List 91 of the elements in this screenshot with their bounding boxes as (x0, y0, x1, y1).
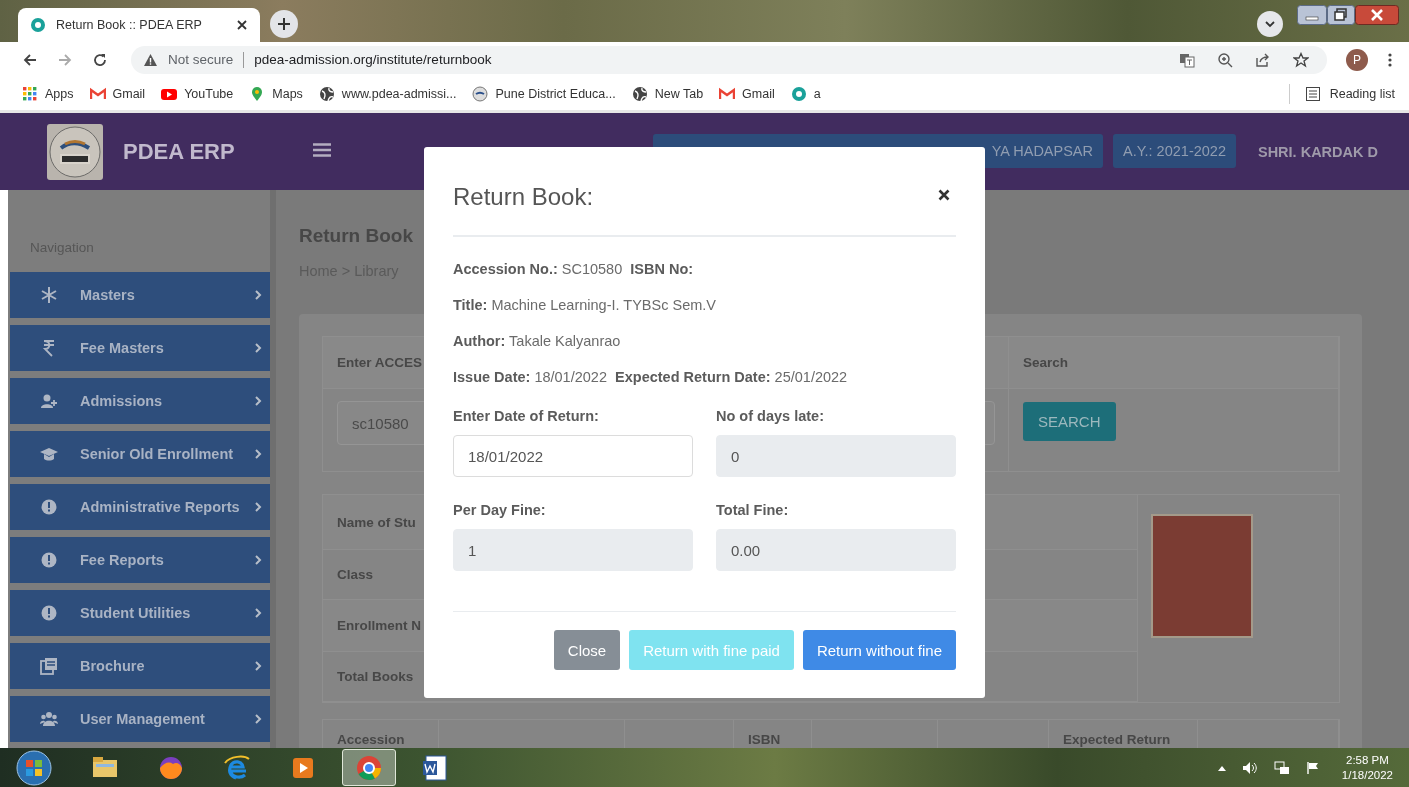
field-label: Total Fine: (716, 502, 790, 518)
bookmark-link[interactable]: YouTube (184, 86, 234, 101)
tab-title: Return Book :: PDEA ERP (56, 18, 203, 32)
bookmark-link[interactable]: Maps (272, 86, 303, 101)
start-button-icon[interactable] (16, 749, 52, 786)
chevron-right-icon (254, 501, 262, 513)
nav-item[interactable]: Fee Masters (10, 325, 270, 371)
clock-date: 1/18/2022 (1341, 767, 1393, 783)
graduation-cap-icon (40, 445, 58, 463)
book-detail: Accession No.: SC10580 ISBN No: (453, 261, 695, 279)
circle-icon (790, 85, 807, 102)
nav-item[interactable]: User Management (10, 696, 270, 742)
user-name[interactable]: SHRI. KARDAK D (1257, 143, 1378, 160)
close-icon[interactable] (236, 19, 248, 31)
list-icon[interactable] (1305, 86, 1320, 101)
field-label: No of days late: (716, 408, 825, 424)
info-badge: A.Y.: 2021-2022 (1113, 134, 1236, 168)
reload-icon[interactable] (92, 51, 108, 68)
return-button[interactable]: Return without fine (802, 630, 956, 670)
mail-icon (89, 85, 106, 102)
menu-icon[interactable] (313, 142, 331, 157)
chevron-right-icon (254, 395, 262, 407)
favicon-icon (30, 17, 46, 33)
brand-name: PDEA ERP (123, 138, 235, 165)
book-detail: Issue Date: 18/01/2022 Expected Return Date: 25/01/2022 (453, 369, 849, 387)
close-icon[interactable] (938, 189, 950, 201)
flag-icon[interactable] (1305, 760, 1320, 775)
bookmark-link[interactable]: Apps (45, 86, 74, 101)
chevron-right-icon (254, 554, 262, 566)
chevron-right-icon (254, 342, 262, 354)
chevron-down-icon[interactable] (1257, 11, 1283, 37)
bookmark-link[interactable]: Gmail (742, 86, 775, 101)
clock-time: 2:58 PM (1346, 752, 1389, 768)
bookmark-link[interactable]: www.pdea-admissi... (341, 86, 457, 101)
caret-up-icon[interactable] (1217, 764, 1226, 771)
nav-item[interactable]: Brochure (10, 643, 270, 689)
document-w-icon (420, 752, 450, 783)
bookmark-link[interactable]: Pune District Educa... (495, 86, 616, 101)
menu-icon[interactable] (1387, 51, 1393, 68)
minimize-icon[interactable] (1297, 5, 1327, 25)
close-icon[interactable] (1355, 5, 1399, 25)
network-icon[interactable] (1273, 760, 1290, 775)
speaker-icon[interactable] (1241, 760, 1258, 775)
bookmark-link[interactable]: New Tab (654, 86, 704, 101)
reading-list-link[interactable]: Reading list (1329, 86, 1395, 101)
nav-item[interactable]: Admissions (10, 378, 270, 424)
back-icon[interactable] (22, 51, 38, 68)
translate-icon[interactable] (1179, 51, 1195, 68)
globe-icon (631, 85, 648, 102)
table-header-cell: Search (1009, 337, 1339, 389)
chevron-right-icon (254, 660, 262, 672)
users-icon (40, 710, 58, 728)
nav-item[interactable]: Administrative Reports (10, 484, 270, 530)
alert-icon (40, 498, 58, 516)
url-text: pdea-admission.org/institute/returnbook (254, 52, 492, 67)
nav-item[interactable]: Fee Reports (10, 537, 270, 583)
alert-icon (40, 551, 58, 569)
bookmark-link[interactable]: Gmail (112, 86, 146, 101)
restore-icon[interactable] (1327, 5, 1355, 25)
profile-avatar[interactable]: P (1346, 48, 1368, 71)
apps-grid-icon (22, 85, 38, 102)
chevron-right-icon (254, 289, 262, 301)
alert-icon (40, 604, 58, 622)
snowflake-icon (40, 286, 58, 304)
star-icon[interactable] (1293, 51, 1309, 68)
nav-item[interactable]: Senior Old Enrollment (10, 431, 270, 477)
chevron-right-icon (254, 607, 262, 619)
field-label: Per Day Fine: (453, 502, 547, 518)
logo-icon (47, 123, 103, 180)
book-detail: Title: Machine Learning-I. TYBSc Sem.V (453, 297, 717, 315)
logo-icon (472, 85, 489, 102)
bookmark-link[interactable]: a (813, 86, 821, 101)
globe-icon (318, 85, 335, 102)
nav-item[interactable]: Masters (10, 272, 270, 318)
documents-icon (40, 657, 58, 675)
share-icon[interactable] (1255, 51, 1271, 68)
user-plus-icon (40, 392, 58, 410)
security-label: Not secure (168, 52, 234, 67)
input-field[interactable]: 18/01/2022 (453, 435, 693, 477)
field-label: Enter Date of Return: (453, 408, 600, 424)
nav-item[interactable]: Student Utilities (10, 590, 270, 636)
warning-icon (143, 52, 158, 67)
close-button[interactable]: Close (553, 630, 621, 670)
mail-icon (719, 85, 736, 102)
zoom-icon[interactable] (1217, 51, 1233, 68)
new-tab-icon[interactable] (270, 10, 298, 38)
chevron-right-icon (254, 713, 262, 725)
chevron-right-icon (254, 448, 262, 460)
browser-tab[interactable]: Return Book :: PDEA ERP (18, 8, 260, 42)
address-bar[interactable]: Not secure pdea-admission.org/institute/returnbook (131, 45, 1327, 74)
modal-title: Return Book: (453, 183, 594, 211)
